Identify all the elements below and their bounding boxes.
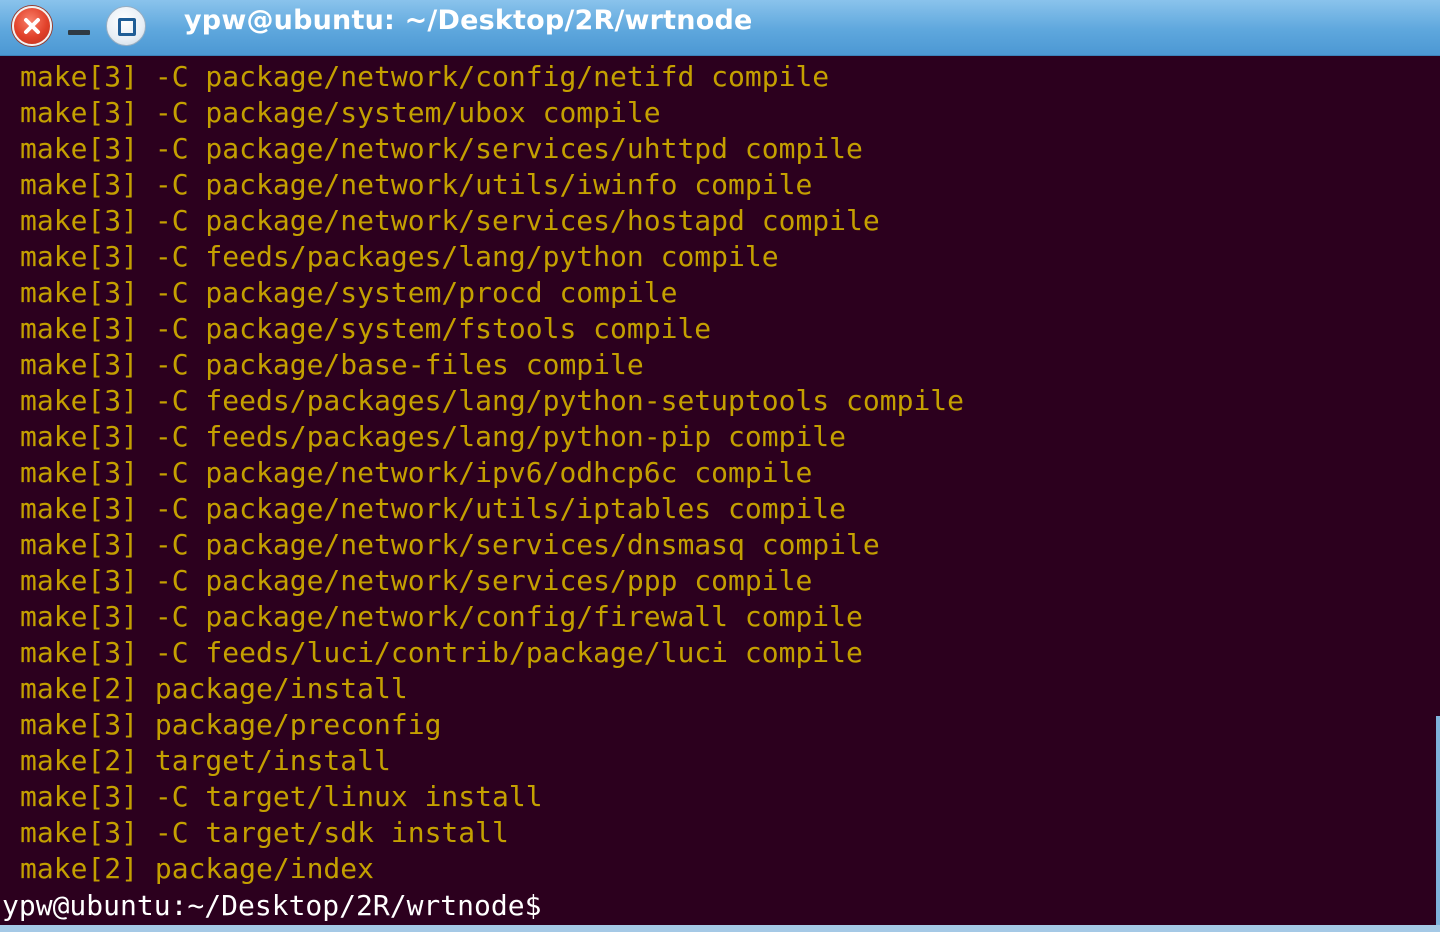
terminal-line: make[3] -C package/network/utils/iwinfo … [20, 168, 813, 201]
terminal-line: make[3] -C feeds/packages/lang/python-se… [20, 384, 965, 417]
close-button[interactable] [12, 6, 52, 46]
window-title: ypw@ubuntu: ~/Desktop/2R/wrtnode [184, 5, 753, 36]
terminal-line: make[3] -C feeds/luci/contrib/package/lu… [20, 636, 863, 669]
maximize-button[interactable] [106, 6, 146, 46]
terminal-line: make[3] -C package/system/fstools compil… [20, 312, 712, 345]
terminal-line: make[3] -C package/system/procd compile [20, 276, 678, 309]
terminal-line: make[3] -C feeds/packages/lang/python co… [20, 240, 779, 273]
terminal-line: make[3] -C package/network/services/dnsm… [20, 528, 880, 561]
terminal-window: ypw@ubuntu: ~/Desktop/2R/wrtnode make[3]… [0, 0, 1440, 932]
window-edge [1436, 716, 1440, 932]
terminal-output: make[3] -C package/network/config/netifd… [20, 59, 964, 887]
terminal-line: make[3] -C package/network/config/firewa… [20, 600, 863, 633]
terminal-line: make[3] -C package/network/services/uhtt… [20, 132, 863, 165]
terminal-line: make[3] -C package/network/config/netifd… [20, 60, 830, 93]
terminal-line: make[3] -C package/network/services/host… [20, 204, 880, 237]
terminal-line: make[3] -C target/linux install [20, 780, 543, 813]
terminal-line: make[3] package/preconfig [20, 708, 442, 741]
minimize-button[interactable] [64, 6, 104, 46]
maximize-icon [118, 18, 136, 36]
shell-prompt[interactable]: ypw@ubuntu:~/Desktop/2R/wrtnode$ [2, 887, 543, 925]
close-icon [24, 18, 40, 34]
terminal-line: make[3] -C package/system/ubox compile [20, 96, 661, 129]
terminal-line: make[2] package/index [20, 852, 375, 885]
terminal-line: make[3] -C target/sdk install [20, 816, 509, 849]
terminal-line: make[3] -C package/network/utils/iptable… [20, 492, 847, 525]
terminal-line: make[3] -C package/base-files compile [20, 348, 644, 381]
window-bottom-edge [0, 925, 1440, 932]
text-cursor [541, 914, 542, 915]
terminal-line: make[3] -C feeds/packages/lang/python-pi… [20, 420, 847, 453]
title-bar[interactable]: ypw@ubuntu: ~/Desktop/2R/wrtnode [0, 0, 1440, 56]
terminal-line: make[3] -C package/network/services/ppp … [20, 564, 813, 597]
terminal-area[interactable]: make[3] -C package/network/config/netifd… [0, 57, 1440, 932]
minimize-icon [68, 30, 90, 35]
terminal-line: make[2] target/install [20, 744, 391, 777]
terminal-line: make[2] package/install [20, 672, 408, 705]
prompt-text: ypw@ubuntu:~/Desktop/2R/wrtnode$ [2, 889, 542, 922]
terminal-line: make[3] -C package/network/ipv6/odhcp6c … [20, 456, 813, 489]
